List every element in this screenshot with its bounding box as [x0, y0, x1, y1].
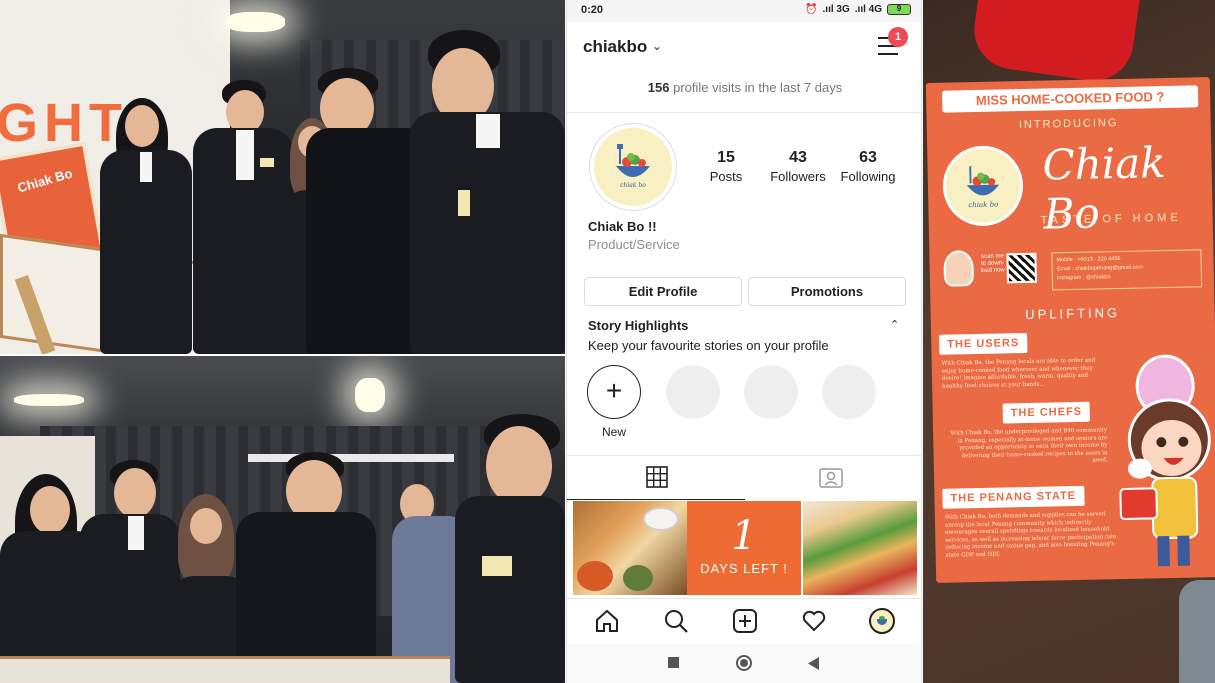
flyer-logo-text: chiak bo [968, 200, 999, 210]
status-time: 0:20 [581, 4, 604, 16]
new-highlight-button[interactable]: + [587, 365, 641, 419]
contact-instagram: Instagram : @chiakbo [1056, 274, 1111, 282]
network-4g: .ııl 4G [854, 4, 882, 15]
highlight-placeholder [822, 365, 876, 419]
edit-profile-button[interactable]: Edit Profile [584, 277, 742, 306]
status-bar: 0:20 ⏰ .ııl 3G .ııl 4G 9 [567, 0, 921, 22]
post-thumbnail[interactable] [573, 501, 687, 595]
grid-icon[interactable] [646, 466, 668, 488]
promotions-button[interactable]: Promotions [748, 277, 906, 306]
days-left-text: DAYS LEFT ! [700, 561, 788, 576]
network-3g: .ııl 3G [822, 4, 850, 15]
notification-badge: 1 [888, 27, 908, 47]
add-post-icon[interactable] [732, 608, 758, 634]
post-thumbnail[interactable]: 1 DAYS LEFT ! [687, 501, 801, 595]
active-tab-indicator [567, 499, 745, 500]
ceiling-lamp [355, 378, 385, 412]
section-penang-text: With Chiak Bo, both demands and supplies… [944, 511, 1119, 559]
ceiling-lamp [225, 12, 285, 32]
flyer-contact-box: Mobile : +6013 - 220 4456 Email : chiakb… [1051, 249, 1203, 291]
flyer-banner: MISS HOME-COOKED FOOD ? [941, 85, 1199, 113]
profile-name: Chiak Bo !! [588, 219, 657, 234]
chiak-bo-logo: chiak bo [594, 128, 672, 206]
status-icons: ⏰ .ııl 3G .ııl 4G 9 [805, 4, 911, 15]
flyer-photo: MISS HOME-COOKED FOOD ? INTRODUCING chia… [923, 0, 1215, 683]
section-chefs-title: THE CHEFS [1002, 401, 1091, 424]
alarm-icon: ⏰ [805, 4, 818, 15]
plus-icon: + [605, 375, 623, 406]
followers-label: Followers [770, 169, 826, 184]
scan-text: scan me to down-load now [980, 253, 1005, 274]
new-highlight-label: New [601, 425, 626, 439]
chevron-down-icon[interactable]: ⌄ [652, 39, 662, 53]
heart-icon[interactable] [801, 608, 827, 634]
username[interactable]: chiakbo [583, 37, 647, 57]
food-bowl-icon [966, 166, 1000, 196]
overhead-light-bar [248, 454, 454, 462]
following-label: Following [840, 169, 896, 184]
followers-count: 43 [789, 149, 807, 166]
profile-header: chiakbo ⌄ 1 [567, 22, 921, 70]
back-icon[interactable] [808, 657, 820, 670]
qr-code [1006, 252, 1038, 284]
posts-count: 15 [717, 149, 735, 166]
days-number: 1 [731, 513, 757, 559]
flyer-intro: INTRODUCING [1018, 117, 1119, 132]
event-photo-bottom [0, 356, 565, 683]
visits-count: 156 [647, 80, 670, 95]
logo-text: chiak bo [620, 182, 646, 189]
section-chefs-text: With Chiak Bo, the underprivileged and B… [950, 427, 1108, 464]
event-photo-top: GHT Chiak Bo [0, 0, 565, 354]
instagram-profile-screen: 0:20 ⏰ .ııl 3G .ııl 4G 9 chiakbo ⌄ 1 156… [566, 0, 922, 683]
flyer-logo: chiak bo [942, 145, 1024, 227]
chevron-up-icon[interactable]: ⌃ [890, 318, 899, 331]
divider [567, 112, 921, 113]
home-button-icon[interactable] [736, 655, 752, 671]
battery-icon: 9 [887, 4, 911, 15]
section-users-text: With Chiak Bo, the Penang locals are abl… [941, 357, 1096, 390]
ceiling-lamp [14, 394, 84, 406]
flyer-uplifting: UPLIFTING [1025, 305, 1121, 322]
profile-tab-bar [567, 455, 921, 500]
visits-text: profile visits in the last 7 days [673, 80, 843, 95]
profile-category: Product/Service [588, 237, 680, 252]
section-users-title: THE USERS [939, 332, 1028, 355]
home-icon[interactable] [594, 608, 620, 634]
promo-flyer: MISS HOME-COOKED FOOD ? INTRODUCING chia… [925, 77, 1215, 583]
following-count: 63 [859, 149, 877, 166]
profile-visits[interactable]: 156 profile visits in the last 7 days [567, 80, 921, 95]
chef-mini-icon [943, 250, 975, 287]
stat-posts[interactable]: 15 Posts [693, 149, 759, 184]
foot [1179, 580, 1215, 683]
post-thumbnail[interactable] [803, 501, 917, 595]
display-board [0, 656, 450, 683]
stat-followers[interactable]: 43 Followers [763, 149, 833, 184]
poster-text: Chiak Bo [15, 165, 75, 196]
search-icon[interactable] [663, 608, 689, 634]
wall-sign: GHT [0, 93, 128, 153]
highlight-placeholder [744, 365, 798, 419]
avatar[interactable]: chiak bo [589, 123, 677, 211]
chef-mascot-illustration [1119, 354, 1211, 567]
stat-following[interactable]: 63 Following [833, 149, 903, 184]
posts-label: Posts [709, 169, 743, 184]
highlight-placeholder [666, 365, 720, 419]
story-highlights-subtitle: Keep your favourite stories on your prof… [588, 338, 829, 353]
section-penang-title: THE PENANG STATE [942, 485, 1085, 509]
food-bowl-icon [616, 144, 650, 177]
recents-icon[interactable] [668, 657, 679, 668]
profile-avatar-icon[interactable] [869, 608, 895, 634]
red-cloth [969, 0, 1141, 86]
tagged-photos-icon[interactable] [819, 466, 843, 488]
story-highlights-title: Story Highlights [588, 318, 689, 333]
